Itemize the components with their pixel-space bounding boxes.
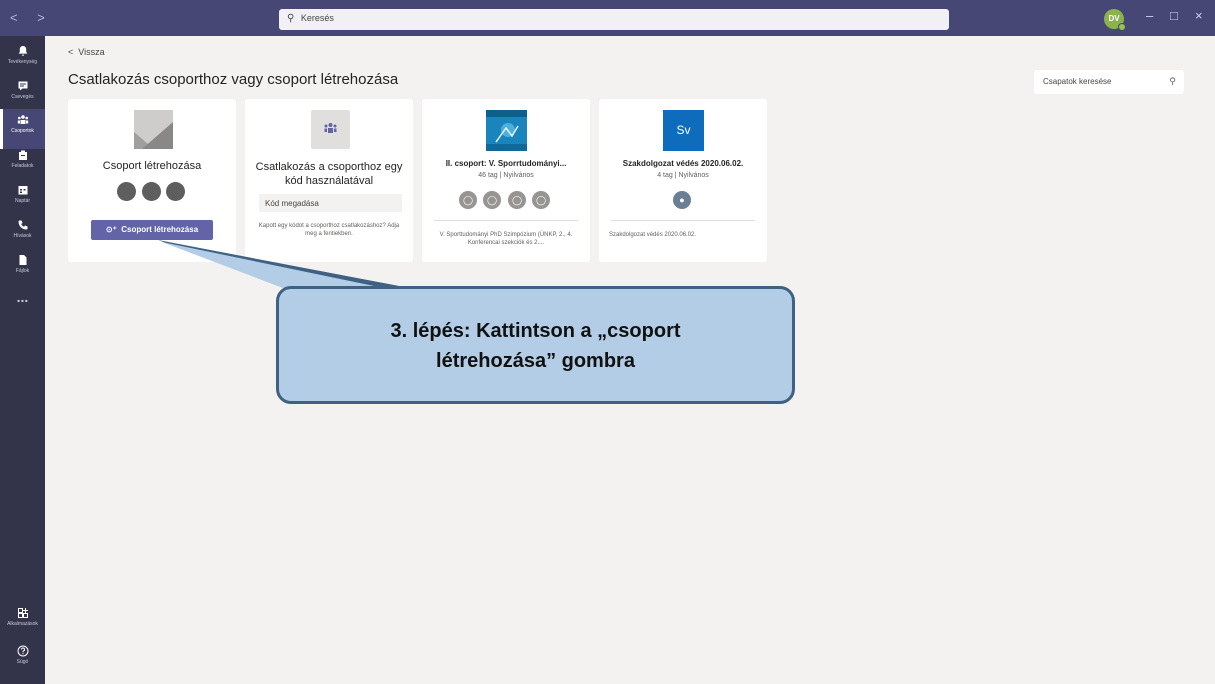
callout-text: 3. lépés: Kattintson a „csoport létrehoz… <box>279 316 792 376</box>
instruction-callout: 3. lépés: Kattintson a „csoport létrehoz… <box>276 286 795 404</box>
callout-line-2: létrehozása” gombra <box>436 350 635 372</box>
callout-line-1: 3. lépés: Kattintson a „csoport <box>390 320 681 342</box>
